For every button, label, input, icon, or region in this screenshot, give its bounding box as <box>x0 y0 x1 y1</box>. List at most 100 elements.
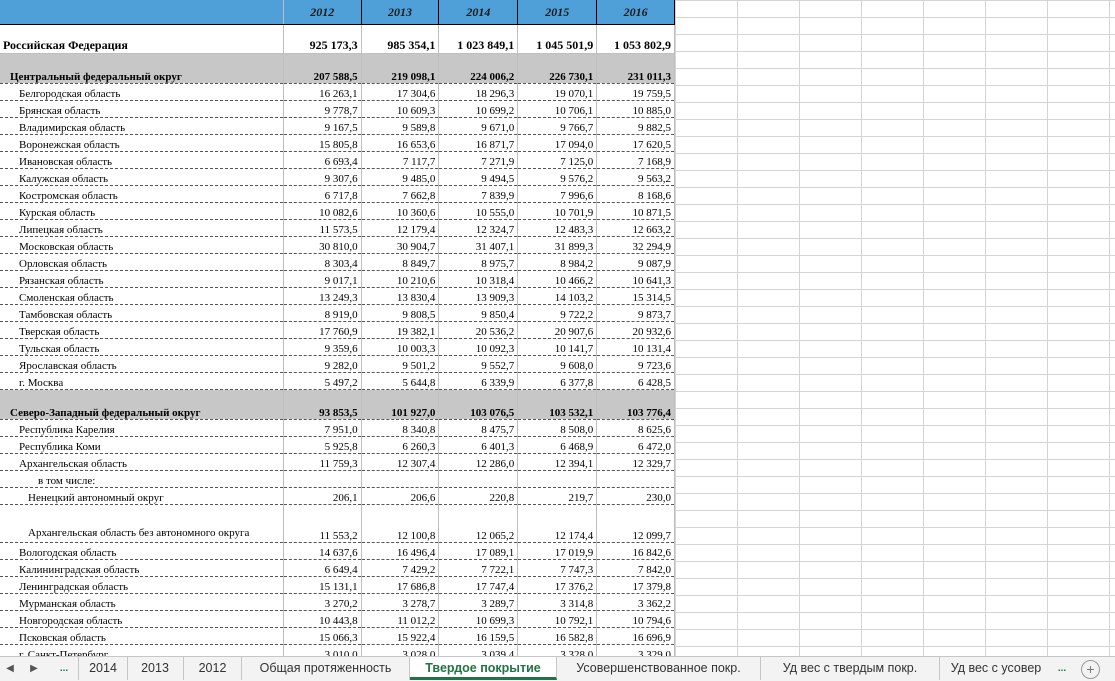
value-cell[interactable]: 16 496,4 <box>361 542 440 560</box>
value-cell[interactable]: 224 006,2 <box>438 53 519 84</box>
value-cell[interactable]: 93 853,5 <box>283 389 362 420</box>
value-cell[interactable]: 10 210,6 <box>361 270 440 288</box>
value-cell[interactable]: 3 039,4 <box>438 644 519 656</box>
region-name-cell[interactable]: Ивановская область <box>0 151 284 169</box>
value-cell[interactable]: 9 873,7 <box>596 304 675 322</box>
add-sheet-icon[interactable]: + <box>1081 660 1100 679</box>
scroll-tabs-right-icon[interactable]: ▶ <box>24 660 44 678</box>
value-cell[interactable]: 16 582,8 <box>517 627 598 645</box>
value-cell[interactable]: 230,0 <box>596 487 675 505</box>
value-cell[interactable]: 7 168,9 <box>596 151 675 169</box>
value-cell[interactable]: 103 532,1 <box>517 389 598 420</box>
value-cell[interactable]: 6 472,0 <box>596 436 675 454</box>
value-cell[interactable]: 12 099,7 <box>596 504 675 543</box>
value-cell[interactable]: 103 776,4 <box>596 389 675 420</box>
value-cell[interactable]: 925 173,3 <box>283 24 362 54</box>
value-cell[interactable]: 206,6 <box>361 487 440 505</box>
header-cell-year[interactable]: 2016 <box>596 0 675 25</box>
value-cell[interactable]: 6 717,8 <box>283 185 362 203</box>
region-name-cell[interactable]: Центральный федеральный округ <box>0 53 284 84</box>
region-name-cell[interactable]: Липецкая область <box>0 219 284 237</box>
value-cell[interactable]: 9 552,7 <box>438 355 519 373</box>
value-cell[interactable]: 220,8 <box>438 487 519 505</box>
value-cell[interactable] <box>283 470 362 488</box>
scroll-tabs-left-icon[interactable]: ◀ <box>0 660 20 678</box>
value-cell[interactable]: 10 092,3 <box>438 338 519 356</box>
value-cell[interactable]: 6 377,8 <box>517 372 598 390</box>
region-name-cell[interactable]: Республика Коми <box>0 436 284 454</box>
value-cell[interactable]: 10 706,1 <box>517 100 598 118</box>
value-cell[interactable]: 5 644,8 <box>361 372 440 390</box>
header-cell-year[interactable]: 2012 <box>283 0 362 25</box>
value-cell[interactable]: 9 282,0 <box>283 355 362 373</box>
value-cell[interactable]: 12 394,1 <box>517 453 598 471</box>
value-cell[interactable]: 207 588,5 <box>283 53 362 84</box>
value-cell[interactable]: 9 087,9 <box>596 253 675 271</box>
value-cell[interactable]: 6 428,5 <box>596 372 675 390</box>
value-cell[interactable]: 10 003,3 <box>361 338 440 356</box>
region-name-cell[interactable]: Брянская область <box>0 100 284 118</box>
value-cell[interactable]: 6 401,3 <box>438 436 519 454</box>
more-tabs-right-button[interactable]: ... <box>1052 660 1072 678</box>
value-cell[interactable]: 8 625,6 <box>596 419 675 437</box>
value-cell[interactable]: 9 723,6 <box>596 355 675 373</box>
value-cell[interactable]: 12 324,7 <box>438 219 519 237</box>
spreadsheet-grid[interactable]: 2012 2013 2014 2015 2016 Российская Феде… <box>0 0 1115 656</box>
region-name-cell[interactable]: Архангельская область без автономного ок… <box>0 504 284 543</box>
value-cell[interactable]: 20 536,2 <box>438 321 519 339</box>
value-cell[interactable]: 13 909,3 <box>438 287 519 305</box>
value-cell[interactable]: 10 699,3 <box>438 610 519 628</box>
value-cell[interactable]: 16 159,5 <box>438 627 519 645</box>
value-cell[interactable]: 10 701,9 <box>517 202 598 220</box>
region-name-cell[interactable]: Ленинградская область <box>0 576 284 594</box>
region-name-cell[interactable]: Калининградская область <box>0 559 284 577</box>
value-cell[interactable]: 30 810,0 <box>283 236 362 254</box>
value-cell[interactable]: 10 885,0 <box>596 100 675 118</box>
value-cell[interactable]: 6 468,9 <box>517 436 598 454</box>
value-cell[interactable]: 8 849,7 <box>361 253 440 271</box>
value-cell[interactable]: 32 294,9 <box>596 236 675 254</box>
value-cell[interactable]: 206,1 <box>283 487 362 505</box>
value-cell[interactable]: 9 808,5 <box>361 304 440 322</box>
tab-improved-surface[interactable]: Усовершенствованное покр. <box>557 657 761 680</box>
tab-hard-surface[interactable]: Твердое покрытие <box>410 657 557 680</box>
value-cell[interactable]: 14 637,6 <box>283 542 362 560</box>
region-name-cell[interactable]: Тверская область <box>0 321 284 339</box>
value-cell[interactable]: 16 696,9 <box>596 627 675 645</box>
value-cell[interactable]: 3 278,7 <box>361 593 440 611</box>
value-cell[interactable]: 9 576,2 <box>517 168 598 186</box>
region-name-cell[interactable]: Белгородская область <box>0 83 284 101</box>
tab-2012[interactable]: 2012 <box>184 657 242 680</box>
value-cell[interactable]: 9 563,2 <box>596 168 675 186</box>
value-cell[interactable]: 9 671,0 <box>438 117 519 135</box>
value-cell[interactable]: 6 260,3 <box>361 436 440 454</box>
value-cell[interactable]: 7 662,8 <box>361 185 440 203</box>
header-cell-year[interactable]: 2015 <box>517 0 598 25</box>
value-cell[interactable]: 12 483,3 <box>517 219 598 237</box>
value-cell[interactable]: 1 053 802,9 <box>596 24 675 54</box>
region-name-cell[interactable]: г. Москва <box>0 372 284 390</box>
value-cell[interactable]: 10 466,2 <box>517 270 598 288</box>
region-name-cell[interactable]: Смоленская область <box>0 287 284 305</box>
region-name-cell[interactable]: Республика Карелия <box>0 419 284 437</box>
value-cell[interactable]: 10 131,4 <box>596 338 675 356</box>
value-cell[interactable]: 1 023 849,1 <box>438 24 519 54</box>
tab-2013[interactable]: 2013 <box>127 657 184 680</box>
tab-share-hard-surface[interactable]: Уд вес с твердым покр. <box>761 657 940 680</box>
value-cell[interactable]: 15 314,5 <box>596 287 675 305</box>
value-cell[interactable]: 31 899,3 <box>517 236 598 254</box>
region-name-cell[interactable]: Костромская область <box>0 185 284 203</box>
value-cell[interactable]: 12 329,7 <box>596 453 675 471</box>
value-cell[interactable]: 17 379,8 <box>596 576 675 594</box>
value-cell[interactable]: 20 932,6 <box>596 321 675 339</box>
value-cell[interactable]: 18 296,3 <box>438 83 519 101</box>
region-name-cell[interactable]: Мурманская область <box>0 593 284 611</box>
value-cell[interactable]: 10 082,6 <box>283 202 362 220</box>
value-cell[interactable]: 7 125,0 <box>517 151 598 169</box>
value-cell[interactable]: 3 270,2 <box>283 593 362 611</box>
value-cell[interactable]: 9 307,6 <box>283 168 362 186</box>
value-cell[interactable]: 19 759,5 <box>596 83 675 101</box>
value-cell[interactable]: 17 094,0 <box>517 134 598 152</box>
value-cell[interactable]: 219 098,1 <box>361 53 440 84</box>
value-cell[interactable]: 17 376,2 <box>517 576 598 594</box>
